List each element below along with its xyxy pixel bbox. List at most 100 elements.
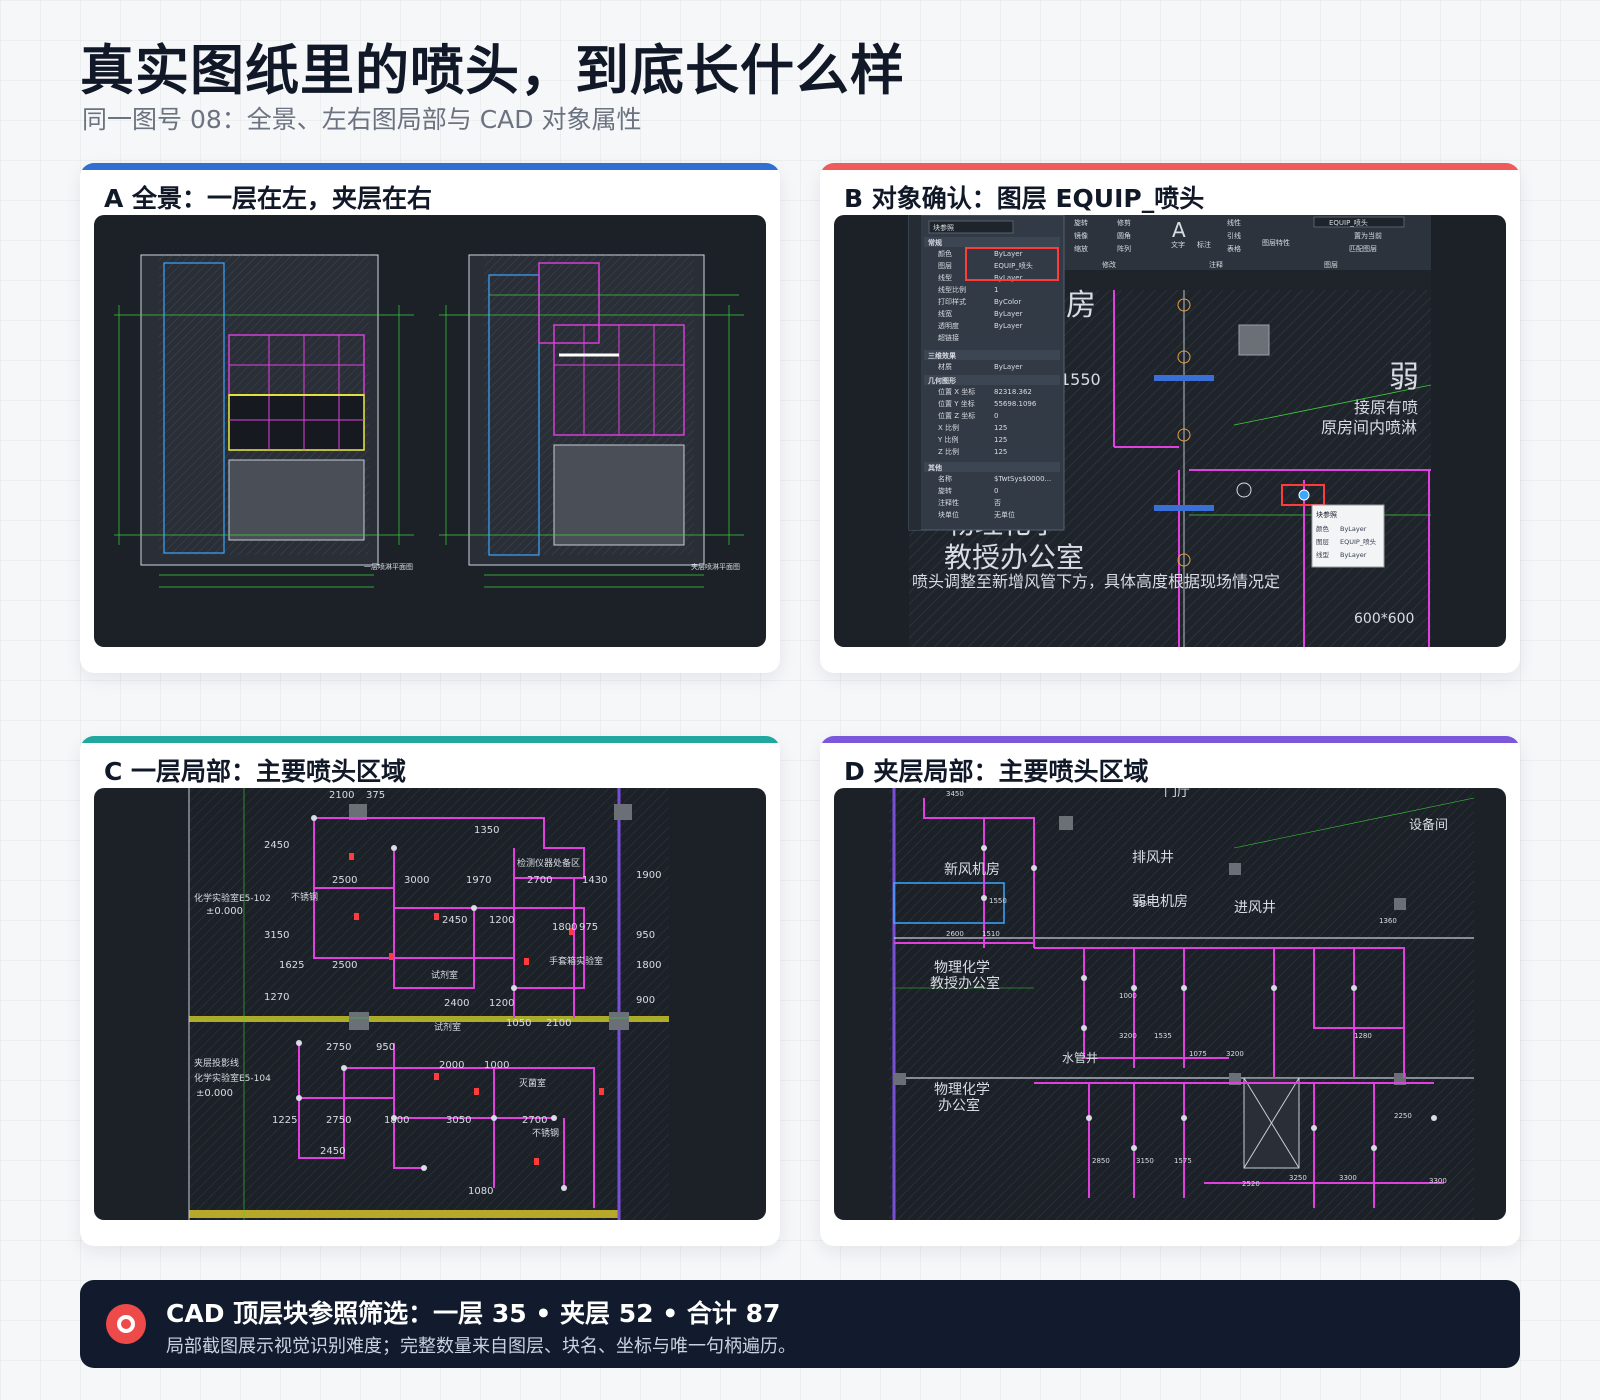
tool-rotate[interactable]: 旋转 xyxy=(1074,218,1088,227)
prop-value-material[interactable]: ByLayer xyxy=(994,363,1023,371)
dimension-label: 2250 xyxy=(1394,1112,1412,1120)
dim-tool-label[interactable]: 标注 xyxy=(1197,240,1211,249)
match-layer-button[interactable]: 匹配图层 xyxy=(1349,245,1377,253)
prop-label: X 比例 xyxy=(938,423,959,432)
prop-label: 打印样式 xyxy=(938,297,966,306)
dimension-label: 3300 xyxy=(1339,1174,1357,1182)
prop-value[interactable]: 0 xyxy=(994,412,998,420)
card-c-cad-viewport[interactable]: 化学实验室 E5-102 ±0.000 夹层投影线 化学实验室 E5-104 ±… xyxy=(94,788,766,1220)
prop-value[interactable]: ByColor xyxy=(994,298,1021,306)
section-geometry[interactable]: 几何图形 xyxy=(928,376,956,385)
text-tool-glyph[interactable]: A xyxy=(1172,218,1186,242)
prop-value[interactable]: 1 xyxy=(994,286,998,294)
layer-properties-button[interactable]: 图层特性 xyxy=(1262,238,1290,247)
prop-label: 块单位 xyxy=(938,510,959,519)
dim-1550: 1550 xyxy=(1060,370,1101,389)
prop-value[interactable]: 125 xyxy=(994,436,1007,444)
prop-label: 旋转 xyxy=(938,486,952,495)
prop-value[interactable]: 0 xyxy=(994,487,998,495)
section-3d[interactable]: 三维效果 xyxy=(928,351,956,360)
dimension-label: 3300 xyxy=(1429,1177,1447,1185)
dimension-label: 1360 xyxy=(1379,917,1397,925)
dimension-label: 2400 xyxy=(444,998,469,1009)
dimension-label: 900 xyxy=(636,995,655,1006)
section-misc[interactable]: 其他 xyxy=(928,463,942,472)
prop-value[interactable]: 125 xyxy=(994,424,1007,432)
mezz-room-9: 水管井 xyxy=(1062,1050,1098,1065)
mezz-room-7: 物理化学 xyxy=(934,1082,990,1098)
tool-scale[interactable]: 缩放 xyxy=(1074,244,1088,253)
dimension-label: 1075 xyxy=(1189,1050,1207,1058)
tooltip-value-linetype: ByLayer xyxy=(1340,551,1367,559)
text-tool-label[interactable]: 文字 xyxy=(1171,240,1185,249)
dimension-label: 1550 xyxy=(1134,900,1152,908)
note-4: 喷头调整至新增风管下方，具体高度根据现场情况定 xyxy=(912,572,1280,591)
layer-dropdown-value: EQUIP_喷头 xyxy=(1329,218,1368,227)
mezz-room-2: 排风井 xyxy=(1132,850,1174,866)
left-sheet-drawing: 一层喷淋平面图 xyxy=(114,254,414,588)
prop-label: 超链接 xyxy=(938,333,959,342)
prop-value[interactable]: EQUIP_喷头 xyxy=(994,261,1033,270)
tool-trim[interactable]: 修剪 xyxy=(1117,218,1131,227)
tool-fillet[interactable]: 圆角 xyxy=(1117,231,1131,240)
prop-value[interactable]: 82318.362 xyxy=(994,388,1032,396)
dimension-label: 1000 xyxy=(1119,992,1137,1000)
table-tool[interactable]: 表格 xyxy=(1227,244,1241,253)
mezz-room-11: 门厅 xyxy=(1164,788,1190,800)
prop-value[interactable]: 125 xyxy=(994,448,1007,456)
dimension-label: 3200 xyxy=(1119,1032,1137,1040)
dimension-label: 1510 xyxy=(982,930,1000,938)
prop-value[interactable]: $TwtSys$0000... xyxy=(994,475,1051,483)
card-d-cad-viewport[interactable]: 新风机房 排风井 弱电机房 进风井 物理化学 教授办公室 物理化学 办公室 水管… xyxy=(834,788,1506,1220)
properties-palette: 块参照 常规 颜色 ByLayer 图层 EQUIP_喷头线型 ByLayer 线型比例 1… xyxy=(908,215,1065,531)
dimension-label: 2600 xyxy=(946,930,964,938)
leader-tool[interactable]: 引线 xyxy=(1227,231,1241,240)
dimension-label: 1270 xyxy=(264,992,289,1003)
dimension-label: 1200 xyxy=(489,915,514,926)
prop-value[interactable]: ByLayer xyxy=(994,250,1023,258)
prop-label: 线宽 xyxy=(938,309,952,318)
label-4: 手套箱实验室 xyxy=(549,955,603,967)
dim-600: 600*600 xyxy=(1354,611,1414,627)
ribbon-group-layer: 图层 xyxy=(1324,261,1338,269)
dimension-label: 1800 xyxy=(384,1115,409,1126)
card-a-cad-viewport[interactable]: 一层喷淋平面图 夹层喷淋平面图 xyxy=(94,215,766,647)
summary-banner: CAD 顶层块参照筛选：一层 35 • 夹层 52 • 合计 87 局部截图展示… xyxy=(80,1280,1520,1368)
prop-label-material: 材质 xyxy=(938,362,952,371)
linear-tool[interactable]: 线性 xyxy=(1227,218,1241,227)
card-a-drawing: 一层喷淋平面图 夹层喷淋平面图 xyxy=(114,254,744,588)
tool-mirror[interactable]: 镜像 xyxy=(1074,231,1088,240)
room-label-1: 房 xyxy=(1066,288,1096,323)
card-b-cad-viewport[interactable]: 房 1550 物理化学 教授办公室 喷头调整至新增风管下方，具体高度根据现场情况… xyxy=(834,215,1506,647)
dimension-label: 1800 xyxy=(552,922,577,933)
card-c-accent-bar xyxy=(80,736,780,743)
dimension-label: 2850 xyxy=(1092,1157,1110,1165)
prop-label: Z 比例 xyxy=(938,447,959,456)
tooltip-value-color: ByLayer xyxy=(1340,525,1367,533)
prop-label: 图层 xyxy=(938,262,952,270)
prop-value[interactable]: ByLayer xyxy=(994,322,1023,330)
set-current-button[interactable]: 置为当前 xyxy=(1354,231,1382,240)
dimension-label: 975 xyxy=(579,922,598,933)
tooltip-title: 块参照 xyxy=(1316,510,1337,519)
dimension-label: 2750 xyxy=(326,1115,351,1126)
room-a-elev: ±0.000 xyxy=(206,906,243,917)
tooltip-value-layer: EQUIP_喷头 xyxy=(1340,537,1377,546)
prop-value[interactable]: ByLayer xyxy=(994,310,1023,318)
note-3: 原房间内喷淋 xyxy=(1321,418,1417,437)
prop-value[interactable]: 55698.1096 xyxy=(994,400,1037,408)
prop-value[interactable]: 否 xyxy=(994,499,1001,507)
card-c-title: C 一层局部：主要喷头区域 xyxy=(104,757,407,786)
tool-array[interactable]: 阵列 xyxy=(1117,244,1131,253)
card-d-drawing: 新风机房 排风井 弱电机房 进风井 物理化学 教授办公室 物理化学 办公室 水管… xyxy=(889,788,1475,1220)
right-sheet-drawing: 夹层喷淋平面图 xyxy=(439,254,744,588)
card-c-first-floor-detail: C 一层局部：主要喷头区域 化学实验室 E5-102 ±0.000 夹层投影线 … xyxy=(80,736,780,1246)
prop-value[interactable]: 无单位 xyxy=(994,510,1015,519)
card-b-object-check: B 对象确认：图层 EQUIP_喷头 房 1550 教授办公室 喷头调整至新增风… xyxy=(820,163,1520,673)
dimension-label: 2100 xyxy=(329,790,354,801)
section-general[interactable]: 常规 xyxy=(928,238,942,247)
mezz-room-8: 办公室 xyxy=(938,1097,980,1114)
card-b-title: B 对象确认：图层 EQUIP_喷头 xyxy=(844,184,1205,213)
tooltip-label-linetype: 线型 xyxy=(1316,550,1330,559)
right-sheet-label: 夹层喷淋平面图 xyxy=(691,562,740,571)
